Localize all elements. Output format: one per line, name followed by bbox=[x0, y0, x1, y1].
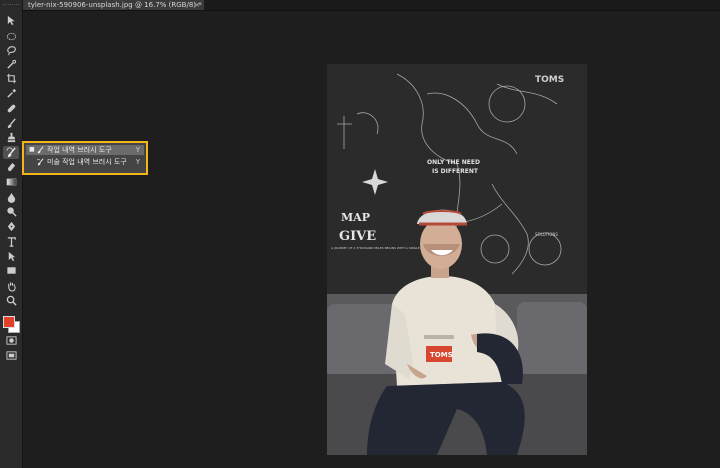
panel-grip[interactable] bbox=[3, 4, 19, 9]
photo-illustration: TOMS ONLY THE NEED IS DIFFERENT MAP GIVE… bbox=[327, 64, 587, 455]
flyout-item-history-brush[interactable]: ■ 작업 내역 브러시 도구 Y bbox=[26, 145, 144, 155]
selected-bullet-icon: ■ bbox=[29, 146, 35, 153]
healing-brush-icon[interactable] bbox=[3, 102, 19, 115]
cup-brand-text: TOMS bbox=[430, 351, 453, 359]
map-subtitle: GIVE bbox=[339, 229, 376, 244]
quick-mask-icon[interactable] bbox=[3, 334, 19, 347]
flyout-item-label: 작업 내역 브러시 도구 bbox=[47, 146, 112, 154]
document-tab-bar: tyler-nix-590906-unsplash.jpg @ 16.7% (R… bbox=[22, 0, 720, 11]
eyedropper-icon[interactable] bbox=[3, 87, 19, 100]
history-brush-icon[interactable] bbox=[3, 146, 19, 159]
map-caption: A JOURNEY OF A THOUSAND MILES BEGINS WIT… bbox=[331, 246, 428, 250]
gradient-icon[interactable] bbox=[3, 175, 19, 188]
map-title: MAP bbox=[341, 211, 370, 224]
phrase-two: IS DIFFERENT bbox=[432, 168, 479, 175]
screen-mode-icon[interactable] bbox=[3, 349, 19, 362]
compass-label: SOLUTIONS bbox=[535, 232, 558, 237]
crop-icon[interactable] bbox=[3, 72, 19, 85]
flyout-item-art-history-brush[interactable]: 미술 작업 내역 브러시 도구 Y bbox=[26, 157, 144, 167]
brush-icon[interactable] bbox=[3, 117, 19, 130]
phrase-one: ONLY THE NEED bbox=[427, 159, 480, 166]
flyout-item-shortcut: Y bbox=[135, 158, 140, 166]
foreground-color-swatch[interactable] bbox=[3, 316, 15, 328]
move-icon[interactable] bbox=[3, 14, 19, 27]
type-icon[interactable] bbox=[3, 235, 19, 248]
zoom-icon[interactable] bbox=[3, 294, 19, 307]
quick-select-icon[interactable] bbox=[3, 58, 19, 71]
document-tab[interactable]: tyler-nix-590906-unsplash.jpg @ 16.7% (R… bbox=[22, 0, 204, 10]
canvas-photo[interactable]: TOMS ONLY THE NEED IS DIFFERENT MAP GIVE… bbox=[327, 64, 587, 455]
pen-icon[interactable] bbox=[3, 220, 19, 233]
clone-stamp-icon[interactable] bbox=[3, 131, 19, 144]
tools-panel bbox=[0, 0, 23, 468]
dodge-icon[interactable] bbox=[3, 205, 19, 218]
blur-icon[interactable] bbox=[3, 191, 19, 204]
close-icon[interactable]: × bbox=[194, 0, 200, 10]
flyout-item-label: 미술 작업 내역 브러시 도구 bbox=[47, 158, 127, 166]
flyout-item-shortcut: Y bbox=[135, 146, 140, 154]
art-history-brush-icon bbox=[36, 158, 44, 166]
hand-icon[interactable] bbox=[3, 280, 19, 293]
eraser-icon[interactable] bbox=[3, 160, 19, 173]
wall-brand-text: TOMS bbox=[535, 75, 564, 85]
marquee-icon[interactable] bbox=[3, 30, 19, 43]
document-tab-title: tyler-nix-590906-unsplash.jpg @ 16.7% (R… bbox=[28, 1, 202, 9]
path-select-icon[interactable] bbox=[3, 250, 19, 263]
history-brush-icon bbox=[37, 146, 44, 154]
rectangle-icon[interactable] bbox=[3, 264, 19, 277]
lasso-icon[interactable] bbox=[3, 44, 19, 57]
history-brush-flyout: ■ 작업 내역 브러시 도구 Y 미술 작업 내역 브러시 도구 Y bbox=[22, 141, 148, 175]
